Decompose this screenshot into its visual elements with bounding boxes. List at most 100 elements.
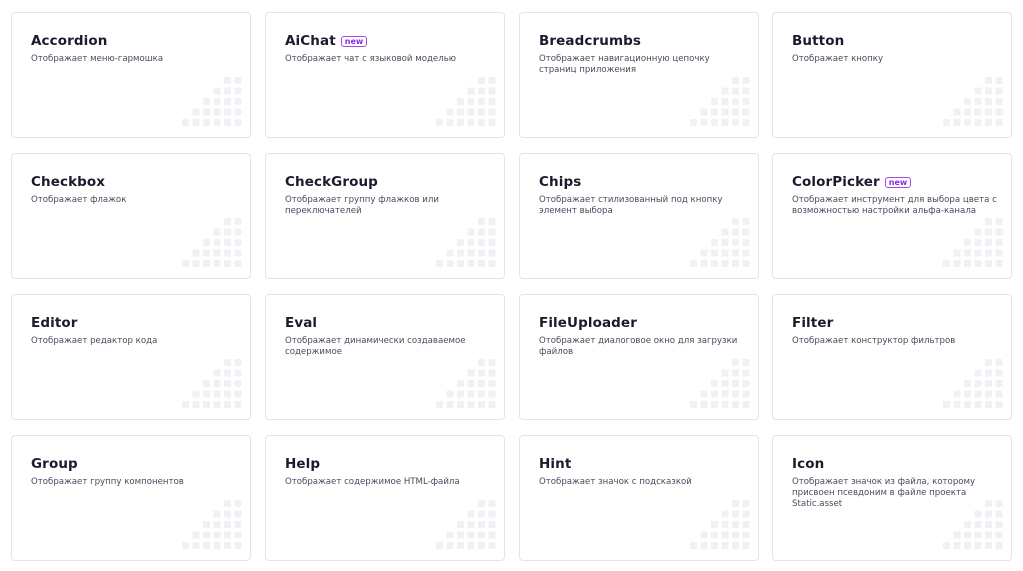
decor-dot (192, 108, 200, 116)
card-icon[interactable]: Icon Отображает значок из файла, котором… (772, 435, 1012, 561)
decor-dot (213, 119, 221, 126)
decor-dot (985, 510, 992, 518)
decor-dot (467, 369, 475, 377)
decor-dot (203, 239, 210, 246)
decor-dot (974, 369, 982, 377)
card-description: Отображает конструктор фильтров (792, 336, 956, 346)
decor-dot (203, 531, 210, 539)
decor-dot (478, 542, 485, 549)
decor-dot (953, 108, 961, 116)
decor-dot (995, 369, 1003, 377)
decor-dot (732, 542, 739, 549)
decor-dot (488, 401, 496, 408)
decor-dot (742, 521, 750, 528)
card-checkgroup[interactable]: CheckGroup Отображает группу флажков или… (265, 153, 505, 279)
decor-dot (213, 380, 221, 387)
decor-dot (234, 108, 242, 116)
card-breadcrumbs[interactable]: Breadcrumbs Отображает навигационную цеп… (519, 12, 759, 138)
decor-dot (457, 249, 464, 257)
decor-dot (467, 260, 475, 267)
card-chips[interactable]: Chips Отображает стилизованный под кнопк… (519, 153, 759, 279)
decor-dot (203, 260, 210, 267)
decor-dot (224, 239, 231, 246)
dot-pattern-decoration (436, 359, 496, 408)
decor-dot (964, 108, 971, 116)
decor-dot (488, 119, 496, 126)
decor-dot (192, 531, 200, 539)
card-hint[interactable]: Hint Отображает значок с подсказкой (519, 435, 759, 561)
decor-dot (234, 521, 242, 528)
decor-dot (985, 87, 992, 95)
decor-dot (213, 369, 221, 377)
decor-dot (234, 380, 242, 387)
dot-pattern-decoration (182, 500, 242, 549)
decor-dot (488, 390, 496, 398)
decor-dot (985, 542, 992, 549)
decor-dot (234, 77, 242, 84)
decor-dot (721, 249, 729, 257)
decor-dot (964, 390, 971, 398)
decor-dot (224, 77, 231, 84)
decor-dot (721, 390, 729, 398)
decor-dot (964, 531, 971, 539)
card-help[interactable]: Help Отображает содержимое HTML-файла (265, 435, 505, 561)
decor-dot (953, 531, 961, 539)
decor-dot (488, 239, 496, 246)
card-checkbox[interactable]: Checkbox Отображает флажок (11, 153, 251, 279)
decor-dot (974, 228, 982, 236)
card-title: Group (31, 456, 78, 472)
decor-dot (224, 380, 231, 387)
card-fileuploader[interactable]: FileUploader Отображает диалоговое окно … (519, 294, 759, 420)
card-editor[interactable]: Editor Отображает редактор кода (11, 294, 251, 420)
decor-dot (711, 542, 718, 549)
decor-dot (467, 521, 475, 528)
decor-dot (995, 98, 1003, 105)
dot-pattern-decoration (690, 77, 750, 126)
card-button[interactable]: Button Отображает кнопку (772, 12, 1012, 138)
decor-dot (690, 401, 697, 408)
decor-dot (690, 119, 697, 126)
decor-dot (467, 108, 475, 116)
decor-dot (478, 228, 485, 236)
decor-dot (985, 218, 992, 225)
decor-dot (488, 108, 496, 116)
decor-dot (974, 521, 982, 528)
decor-dot (974, 542, 982, 549)
decor-dot (203, 390, 210, 398)
card-title: Editor (31, 315, 78, 331)
decor-dot (995, 401, 1003, 408)
decor-dot (964, 249, 971, 257)
decor-dot (742, 500, 750, 507)
decor-dot (488, 77, 496, 84)
card-colorpicker[interactable]: ColorPicker new Отображает инструмент дл… (772, 153, 1012, 279)
card-description: Отображает редактор кода (31, 336, 158, 346)
decor-dot (742, 359, 750, 366)
decor-dot (964, 260, 971, 267)
decor-dot (224, 531, 231, 539)
decor-dot (974, 249, 982, 257)
decor-dot (478, 108, 485, 116)
decor-dot (478, 380, 485, 387)
decor-dot (192, 390, 200, 398)
card-aichat[interactable]: AiChat new Отображает чат с языковой мод… (265, 12, 505, 138)
dot-pattern-decoration (690, 500, 750, 549)
decor-dot (732, 228, 739, 236)
decor-dot (446, 542, 454, 549)
card-accordion[interactable]: Accordion Отображает меню-гармошка (11, 12, 251, 138)
card-eval[interactable]: Eval Отображает динамически создаваемое … (265, 294, 505, 420)
card-filter[interactable]: Filter Отображает конструктор фильтров (772, 294, 1012, 420)
decor-dot (478, 260, 485, 267)
decor-dot (457, 239, 464, 246)
decor-dot (974, 98, 982, 105)
card-group[interactable]: Group Отображает группу компонентов (11, 435, 251, 561)
decor-dot (234, 98, 242, 105)
card-title-row: Breadcrumbs (539, 32, 641, 50)
decor-dot (467, 249, 475, 257)
decor-dot (974, 108, 982, 116)
decor-dot (974, 390, 982, 398)
decor-dot (964, 119, 971, 126)
decor-dot (711, 390, 718, 398)
decor-dot (446, 108, 454, 116)
dot-pattern-decoration (182, 218, 242, 267)
decor-dot (974, 239, 982, 246)
